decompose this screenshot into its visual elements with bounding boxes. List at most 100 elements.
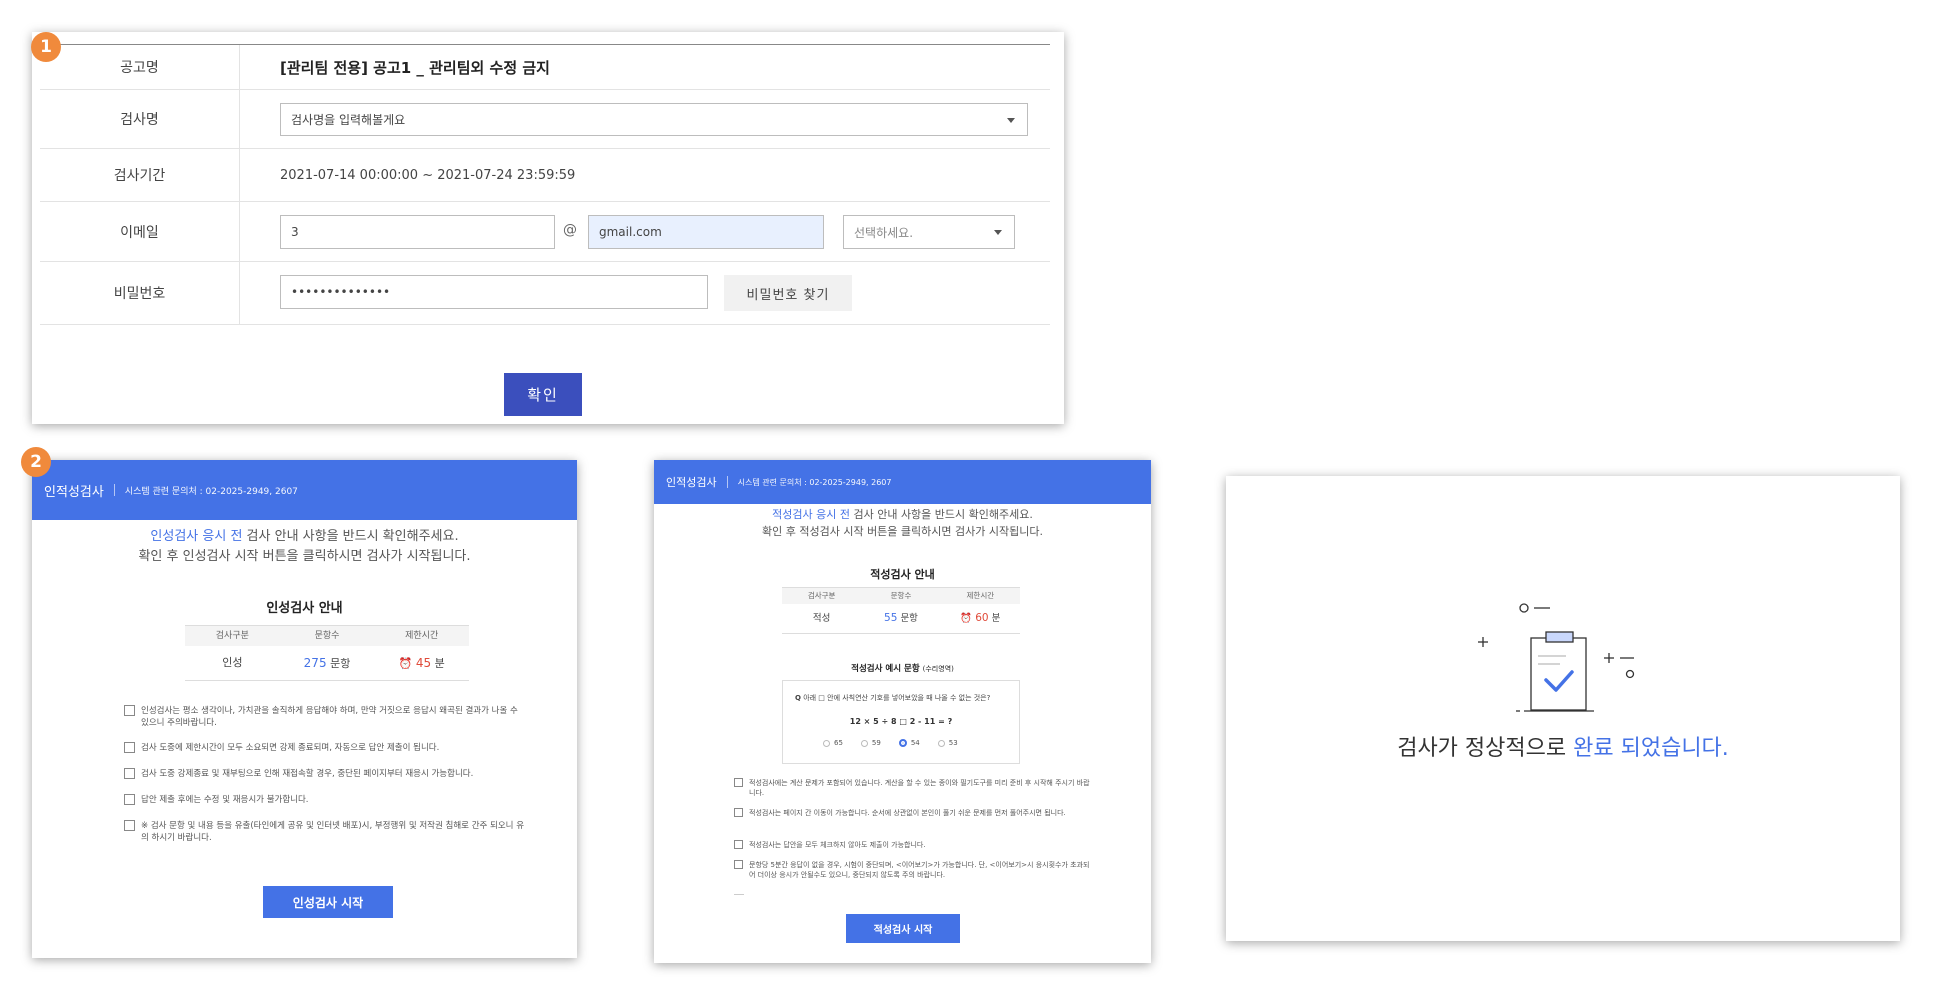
question-expression: 12 × 5 ÷ 8 □ 2 - 11 = ? <box>849 717 953 726</box>
checklist-item[interactable]: 적성검사에는 계산 문제가 포함되어 있습니다. 계산을 할 수 있는 종이와 … <box>734 778 1094 798</box>
guide-table: 검사구분 문항수 제한시간 적성 55 문항 ⏰ 60 분 <box>782 587 1020 634</box>
list-continuation <box>734 894 744 895</box>
header-time: 제한시간 <box>966 591 995 600</box>
checkbox[interactable] <box>124 768 135 779</box>
brand-title: 인적성검사 <box>44 484 104 500</box>
guide-title: 적성검사 안내 <box>870 568 935 581</box>
count-value: 55 <box>884 612 898 624</box>
radio[interactable] <box>823 739 830 747</box>
step-2-badge: 2 <box>21 447 51 477</box>
cell-time: ⏰ 60 분 <box>941 604 1020 633</box>
test-name-select[interactable]: 검사명을 입력해볼게요 <box>280 103 1028 136</box>
period-label: 검사기간 <box>40 149 240 201</box>
step-1-badge: 1 <box>31 32 61 62</box>
cell-type: 인성 <box>222 656 243 669</box>
guide-table-header: 검사구분 문항수 제한시간 <box>782 588 1020 604</box>
brand-title: 인적성검사 <box>666 476 717 489</box>
chevron-down-icon <box>994 230 1002 235</box>
row-period: 검사기간 2021-07-14 00:00:00 ~ 2021-07-24 23… <box>40 149 1050 202</box>
guide-table-row: 인성 275 문항 ⏰ 45 분 <box>185 646 469 680</box>
checklist-text: 검사 도중 강제종료 및 재부팅으로 인해 재접속할 경우, 중단된 페이지부터… <box>141 769 474 779</box>
checkbox[interactable] <box>124 742 135 753</box>
checkbox[interactable] <box>124 820 135 831</box>
radio[interactable] <box>937 739 945 747</box>
notice-line1: 검사 안내 사항을 반드시 확인해주세요. <box>242 529 459 544</box>
row-notice: 공고명 [관리팀 전용] 공고1 _ 관리팀외 수정 금지 <box>40 45 1050 90</box>
period-value: 2021-07-14 00:00:00 ~ 2021-07-24 23:59:5… <box>280 168 576 183</box>
example-title: 적성검사 예시 문항 (수리영역) <box>654 662 1151 674</box>
checklist-text: 적성검사는 페이지 간 이동이 가능합니다. 순서에 상관없이 본인이 풀기 쉬… <box>749 809 1066 817</box>
checklist-text: 적성검사는 답안을 모두 체크하지 않아도 제출이 가능합니다. <box>749 841 926 849</box>
aptitude-notice: 적성검사 응시 전 검사 안내 사항을 반드시 확인해주세요. 확인 후 적성검… <box>654 506 1151 540</box>
header-count: 문항수 <box>890 591 912 600</box>
sparkle-circle <box>1625 669 1635 679</box>
completion-message-prefix: 검사가 정상적으로 <box>1397 736 1574 761</box>
time-value: 60 <box>975 612 989 624</box>
password-value: •••••••••••••• <box>291 285 391 299</box>
checkbox[interactable] <box>734 860 743 869</box>
aptitude-start-button[interactable]: 적성검사 시작 <box>846 914 960 943</box>
radio[interactable] <box>860 739 868 747</box>
completion-message-highlight: 완료 되었습니다. <box>1573 736 1729 761</box>
question-prefix: Q <box>795 694 801 702</box>
checkbox[interactable] <box>734 840 743 849</box>
checklist-text: 적성검사에는 계산 문제가 포함되어 있습니다. 계산을 할 수 있는 종이와 … <box>749 779 1090 797</box>
email-id-input[interactable]: 3 <box>280 215 555 249</box>
checkbox[interactable] <box>124 794 135 805</box>
checkbox[interactable] <box>734 808 743 817</box>
email-select-placeholder: 선택하세요. <box>854 225 914 240</box>
answer-options: 65 59 54 53 <box>823 739 958 747</box>
checklist-item[interactable]: ※ 검사 문항 및 내용 등을 유출(타인에게 공유 및 인터넷 배포)시, 부… <box>124 820 524 844</box>
completion-message: 검사가 정상적으로 완료 되었습니다. <box>1226 730 1900 762</box>
checklist-item[interactable]: 인성검사는 평소 생각이나, 가치관을 솔직하게 응답해야 하며, 만약 거짓으… <box>124 705 524 729</box>
header-type: 검사구분 <box>215 631 249 641</box>
answer-option[interactable]: 54 <box>898 739 920 747</box>
answer-option[interactable]: 65 <box>823 739 843 747</box>
checklist-item[interactable]: 적성검사는 페이지 간 이동이 가능합니다. 순서에 상관없이 본인이 풀기 쉬… <box>734 808 1094 818</box>
header-time: 제한시간 <box>405 631 439 641</box>
personality-start-button[interactable]: 인성검사 시작 <box>263 886 393 918</box>
confirm-button[interactable]: 확인 <box>504 373 582 416</box>
time-value: 45 <box>415 656 432 670</box>
guide-table-row: 적성 55 문항 ⏰ 60 분 <box>782 604 1020 633</box>
test-name-label: 검사명 <box>40 90 240 148</box>
find-password-button[interactable]: 비밀번호 찾기 <box>724 275 852 311</box>
time-unit: 분 <box>988 613 1001 624</box>
answer-option[interactable]: 59 <box>860 739 881 747</box>
notice-line2: 확인 후 인성검사 시작 버튼을 클릭하시면 검사가 시작됩니다. <box>138 549 471 564</box>
alarm-clock-icon: ⏰ <box>960 613 973 624</box>
topbar-divider <box>726 476 728 488</box>
cell-count: 55 문항 <box>861 604 940 633</box>
notice-value: [관리팀 전용] 공고1 _ 관리팀외 수정 금지 <box>280 59 550 77</box>
row-test-name: 검사명 검사명을 입력해볼게요 <box>40 90 1050 149</box>
checkbox[interactable] <box>124 705 135 716</box>
guide-table-header: 검사구분 문항수 제한시간 <box>185 626 469 646</box>
contact-info: 시스템 관련 문의처 : 02-2025-2949, 2607 <box>737 477 892 487</box>
email-id-value: 3 <box>291 225 299 239</box>
email-domain-input[interactable]: gmail.com <box>588 215 824 249</box>
checklist-item[interactable]: 검사 도중 강제종료 및 재부팅으로 인해 재접속할 경우, 중단된 페이지부터… <box>124 768 524 780</box>
time-unit: 분 <box>431 657 445 670</box>
radio-selected[interactable] <box>898 739 907 747</box>
answer-option[interactable]: 53 <box>937 739 958 747</box>
checklist-item[interactable]: 답안 제출 후에는 수정 및 재응시가 불가합니다. <box>124 794 524 806</box>
checkbox[interactable] <box>734 778 743 787</box>
password-input[interactable]: •••••••••••••• <box>280 275 708 309</box>
checklist-text: 답안 제출 후에는 수정 및 재응시가 불가합니다. <box>141 795 309 805</box>
email-domain-select[interactable]: 선택하세요. <box>843 215 1015 249</box>
guide-title: 인성검사 안내 <box>266 601 343 616</box>
clipboard-clip <box>1545 631 1574 643</box>
at-sign: @ <box>563 222 577 238</box>
checklist-item[interactable]: 문항당 5분간 응답이 없을 경우, 시험이 중단되며, <이어보기>가 가능합… <box>734 860 1094 880</box>
chevron-down-icon <box>1007 117 1015 123</box>
cell-count: 275 문항 <box>280 646 375 680</box>
example-question-box: Q 아래 □ 안에 사칙연산 기호를 넣어보았을 때 나올 수 없는 것은? 1… <box>782 680 1020 764</box>
row-password: 비밀번호 •••••••••••••• 비밀번호 찾기 <box>40 262 1050 325</box>
sparkle-circle <box>1519 603 1529 613</box>
checklist-item[interactable]: 적성검사는 답안을 모두 체크하지 않아도 제출이 가능합니다. <box>734 840 1094 850</box>
question-line: Q 아래 □ 안에 사칙연산 기호를 넣어보았을 때 나올 수 없는 것은? <box>795 693 1013 703</box>
checklist-text: 문항당 5분간 응답이 없을 경우, 시험이 중단되며, <이어보기>가 가능합… <box>749 861 1090 879</box>
cell-type: 적성 <box>812 613 831 624</box>
checklist-item[interactable]: 검사 도중에 제한시간이 모두 소요되면 강제 종료되며, 자동으로 답안 제출… <box>124 742 524 754</box>
clipboard-body <box>1530 637 1587 711</box>
